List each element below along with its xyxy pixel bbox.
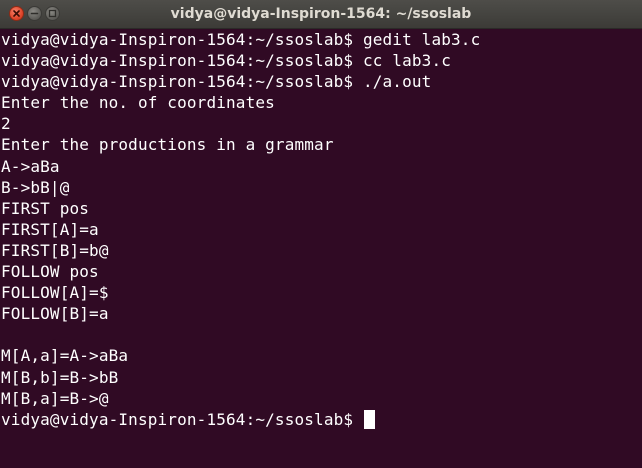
terminal-line: M[B,b]=B->bB: [1, 367, 119, 387]
terminal-line: FOLLOW[A]=$: [1, 283, 109, 303]
window-title: vidya@vidya-Inspiron-1564: ~/ssoslab: [170, 6, 472, 22]
terminal-line: Enter the no. of coordinates: [1, 93, 275, 113]
terminal-line: FOLLOW pos: [1, 262, 99, 282]
terminal-line: M[B,a]=B->@: [1, 388, 109, 408]
terminal-line: Enter the productions in a grammar: [1, 135, 334, 155]
terminal-window: vidya@vidya-Inspiron-1564: ~/ssoslab vid…: [0, 0, 642, 468]
title-bar[interactable]: vidya@vidya-Inspiron-1564: ~/ssoslab: [0, 0, 642, 29]
terminal-line: FIRST pos: [1, 198, 90, 218]
terminal-prompt: vidya@vidya-Inspiron-1564:~/ssoslab$: [1, 409, 363, 429]
text-cursor: [363, 409, 375, 429]
terminal-line: FIRST[B]=b@: [1, 240, 109, 260]
terminal-line: 2: [1, 114, 11, 134]
terminal-line: M[A,a]=A->aBa: [1, 346, 129, 366]
terminal-line: vidya@vidya-Inspiron-1564:~/ssoslab$ cc …: [1, 51, 452, 71]
terminal-line: vidya@vidya-Inspiron-1564:~/ssoslab$ ged…: [1, 30, 481, 49]
terminal-line: B->bB|@: [1, 177, 70, 197]
terminal-line: vidya@vidya-Inspiron-1564:~/ssoslab$ ./a…: [1, 72, 432, 92]
terminal-line: A->aBa: [1, 156, 60, 176]
terminal-line: FOLLOW[B]=a: [1, 304, 109, 324]
terminal-prompt-line[interactable]: vidya@vidya-Inspiron-1564:~/ssoslab$: [1, 409, 641, 430]
terminal-output[interactable]: vidya@vidya-Inspiron-1564:~/ssoslab$ ged…: [1, 29, 641, 468]
terminal-line: FIRST[A]=a: [1, 219, 99, 239]
